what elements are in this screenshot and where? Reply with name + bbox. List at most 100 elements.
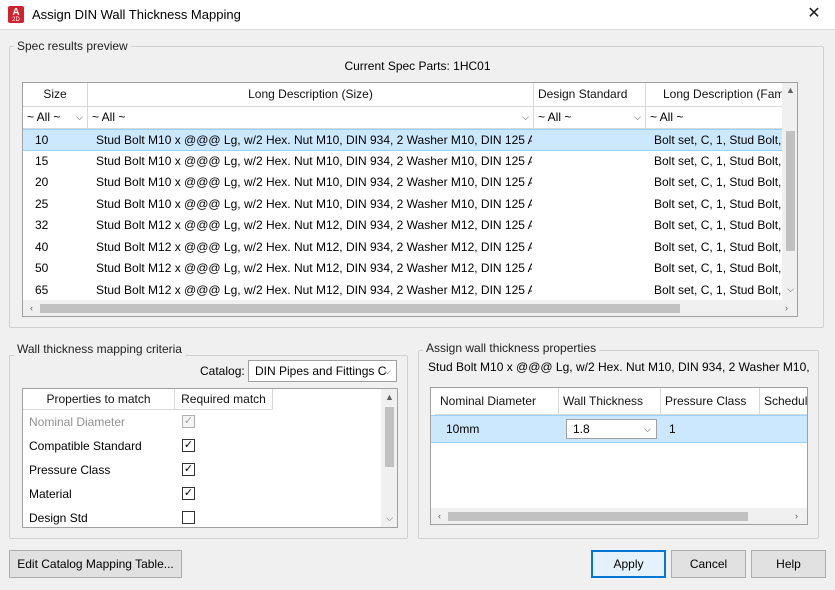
family-description-cell: Bolt set, C, 1, Stud Bolt, DIN xyxy=(654,261,794,275)
family-description-cell: Bolt set, C, 1, Stud Bolt, DIN xyxy=(654,196,794,211)
scroll-up-icon[interactable]: ▲ xyxy=(381,392,397,402)
list-item: Design Std xyxy=(23,506,381,527)
chevron-down-icon: ⌵ xyxy=(634,112,641,122)
list-item: Nominal Diameter ✓ xyxy=(23,410,381,434)
required-match-checkbox[interactable]: ✓ xyxy=(182,463,195,476)
column-header-wall-thickness[interactable]: Wall Thickness xyxy=(559,388,661,415)
long-description-cell: Stud Bolt M10 x @@@ Lg, w/2 Hex. Nut M10… xyxy=(96,196,532,211)
spec-results-grid[interactable]: Size Long Description (Size) Design Stan… xyxy=(22,82,798,317)
long-description-cell: Stud Bolt M12 x @@@ Lg, w/2 Hex. Nut M12… xyxy=(96,218,532,232)
cancel-button[interactable]: Cancel xyxy=(671,550,746,578)
property-name: Nominal Diameter xyxy=(29,415,126,429)
size-cell: 10 xyxy=(35,133,49,147)
long-description-cell: Stud Bolt M10 x @@@ Lg, w/2 Hex. Nut M10… xyxy=(96,133,532,147)
long-description-cell: Stud Bolt M12 x @@@ Lg, w/2 Hex. Nut M12… xyxy=(96,261,532,275)
table-row[interactable]: 10 Stud Bolt M10 x @@@ Lg, w/2 Hex. Nut M… xyxy=(23,129,797,151)
help-button[interactable]: Help xyxy=(751,550,826,578)
family-description-cell: Bolt set, C, 1, Stud Bolt, DIN xyxy=(654,218,794,232)
scroll-thumb[interactable] xyxy=(448,512,748,521)
property-name: Pressure Class xyxy=(29,463,111,477)
column-header-nominal-diameter[interactable]: Nominal Diameter xyxy=(435,388,559,415)
criteria-grid[interactable]: Properties to match Required match Nomin… xyxy=(22,388,398,528)
chevron-down-icon: ⌵ xyxy=(522,112,529,122)
column-header-pressure-class[interactable]: Pressure Class xyxy=(661,388,760,415)
assign-legend: Assign wall thickness properties xyxy=(423,341,600,355)
assign-grid[interactable]: Nominal Diameter Wall Thickness Pressure… xyxy=(430,387,808,525)
long-description-cell: Stud Bolt M10 x @@@ Lg, w/2 Hex. Nut M10… xyxy=(96,175,532,189)
list-item: Compatible Standard ✓ xyxy=(23,434,381,458)
required-match-checkbox[interactable]: ✓ xyxy=(182,439,195,452)
table-row[interactable]: 65 Stud Bolt M12 x @@@ Lg, w/2 Hex. Nut M… xyxy=(23,280,797,302)
column-header-long-description-size[interactable]: Long Description (Size) xyxy=(88,83,534,107)
size-cell: 25 xyxy=(35,196,49,211)
long-description-cell: Stud Bolt M12 x @@@ Lg, w/2 Hex. Nut M12… xyxy=(96,282,532,297)
table-row[interactable]: 32 Stud Bolt M12 x @@@ Lg, w/2 Hex. Nut M… xyxy=(23,215,797,237)
family-description-cell: Bolt set, C, 1, Stud Bolt, DIN xyxy=(654,239,794,254)
table-row[interactable]: 25 Stud Bolt M10 x @@@ Lg, w/2 Hex. Nut M… xyxy=(23,194,797,216)
column-header-long-description-family[interactable]: Long Description (Family) xyxy=(646,83,797,107)
list-item: Material ✓ xyxy=(23,482,381,506)
assign-part-description: Stud Bolt M10 x @@@ Lg, w/2 Hex. Nut M10… xyxy=(428,360,812,374)
family-description-cell: Bolt set, C, 1, Stud Bolt, DIN xyxy=(654,153,794,168)
family-description-cell: Bolt set, C, 1, Stud Bolt, DIN xyxy=(654,282,794,297)
filter-long-description-family[interactable]: ~ All ~ xyxy=(646,107,797,129)
scroll-down-icon[interactable]: ⌵ xyxy=(782,284,797,295)
nominal-diameter-value: 10mm xyxy=(446,422,480,436)
scroll-thumb[interactable] xyxy=(40,304,680,313)
scroll-left-icon[interactable]: ‹ xyxy=(431,511,448,521)
required-match-checkbox[interactable] xyxy=(182,511,195,524)
criteria-legend: Wall thickness mapping criteria xyxy=(14,342,185,356)
horizontal-scrollbar[interactable]: ‹ › xyxy=(431,508,807,524)
scroll-down-icon[interactable]: ⌵ xyxy=(381,513,397,524)
scroll-left-icon[interactable]: ‹ xyxy=(23,303,40,313)
criteria-rows: Nominal Diameter ✓ Compatible Standard ✓ Pre… xyxy=(23,410,381,527)
list-item: Pressure Class ✓ xyxy=(23,458,381,482)
wall-thickness-select[interactable]: 1.8 ⌵ xyxy=(566,419,657,439)
filter-design-standard[interactable]: ~ All ~ ⌵ xyxy=(534,107,646,129)
size-cell: 50 xyxy=(35,261,49,275)
table-row[interactable]: 15 Stud Bolt M10 x @@@ Lg, w/2 Hex. Nut M… xyxy=(23,151,797,173)
filter-size[interactable]: ~ All ~ ⌵ xyxy=(23,107,88,129)
column-header-properties-to-match[interactable]: Properties to match xyxy=(23,389,175,410)
table-row[interactable]: 20 Stud Bolt M10 x @@@ Lg, w/2 Hex. Nut M… xyxy=(23,172,797,194)
pressure-class-value: 1 xyxy=(669,422,676,436)
property-name: Design Std xyxy=(29,511,88,525)
scroll-up-icon[interactable]: ▲ xyxy=(782,85,797,95)
spec-preview-legend: Spec results preview xyxy=(14,39,131,53)
scroll-thumb[interactable] xyxy=(385,407,394,467)
horizontal-scrollbar[interactable]: ‹ › xyxy=(23,300,797,316)
chevron-down-icon: ⌵ xyxy=(384,366,391,376)
size-cell: 15 xyxy=(35,153,49,168)
edit-catalog-mapping-button[interactable]: Edit Catalog Mapping Table... xyxy=(9,550,182,578)
column-header-required-match[interactable]: Required match xyxy=(175,389,273,410)
apply-button[interactable]: Apply xyxy=(591,550,666,578)
chevron-down-icon: ⌵ xyxy=(76,112,83,122)
app-logo-icon: A 2D xyxy=(8,6,24,23)
column-header-schedule[interactable]: Schedule xyxy=(760,388,807,415)
table-row[interactable]: 40 Stud Bolt M12 x @@@ Lg, w/2 Hex. Nut M… xyxy=(23,237,797,259)
column-header-size[interactable]: Size xyxy=(23,83,88,107)
property-name: Compatible Standard xyxy=(29,439,142,453)
catalog-select[interactable]: DIN Pipes and Fittings C ⌵ xyxy=(248,360,397,382)
long-description-cell: Stud Bolt M10 x @@@ Lg, w/2 Hex. Nut M10… xyxy=(96,153,532,168)
table-row[interactable]: 50 Stud Bolt M12 x @@@ Lg, w/2 Hex. Nut M… xyxy=(23,258,797,280)
column-header-design-standard[interactable]: Design Standard xyxy=(534,83,646,107)
filter-long-description-size[interactable]: ~ All ~ ⌵ xyxy=(88,107,534,129)
vertical-scrollbar[interactable]: ▲ ⌵ xyxy=(782,83,797,300)
long-description-cell: Stud Bolt M12 x @@@ Lg, w/2 Hex. Nut M12… xyxy=(96,239,532,254)
scroll-thumb[interactable] xyxy=(786,131,795,251)
chevron-down-icon: ⌵ xyxy=(644,424,651,434)
required-match-checkbox[interactable]: ✓ xyxy=(182,487,195,500)
property-name: Material xyxy=(29,487,72,501)
size-cell: 40 xyxy=(35,239,49,254)
scroll-right-icon[interactable]: › xyxy=(788,511,805,521)
table-row[interactable]: 10mm 1.8 ⌵ 1 xyxy=(431,415,807,443)
size-cell: 20 xyxy=(35,175,49,189)
size-cell: 65 xyxy=(35,282,49,297)
spec-rows: 10 Stud Bolt M10 x @@@ Lg, w/2 Hex. Nut M… xyxy=(23,129,797,302)
close-icon[interactable]: ✕ xyxy=(793,0,835,30)
current-spec-label: Current Spec Parts: 1HC01 xyxy=(344,59,491,73)
vertical-scrollbar[interactable]: ▲ ⌵ xyxy=(381,389,397,527)
scroll-right-icon[interactable]: › xyxy=(778,303,795,313)
family-description-cell: Bolt set, C, 1, Stud Bolt, DIN xyxy=(654,133,794,147)
